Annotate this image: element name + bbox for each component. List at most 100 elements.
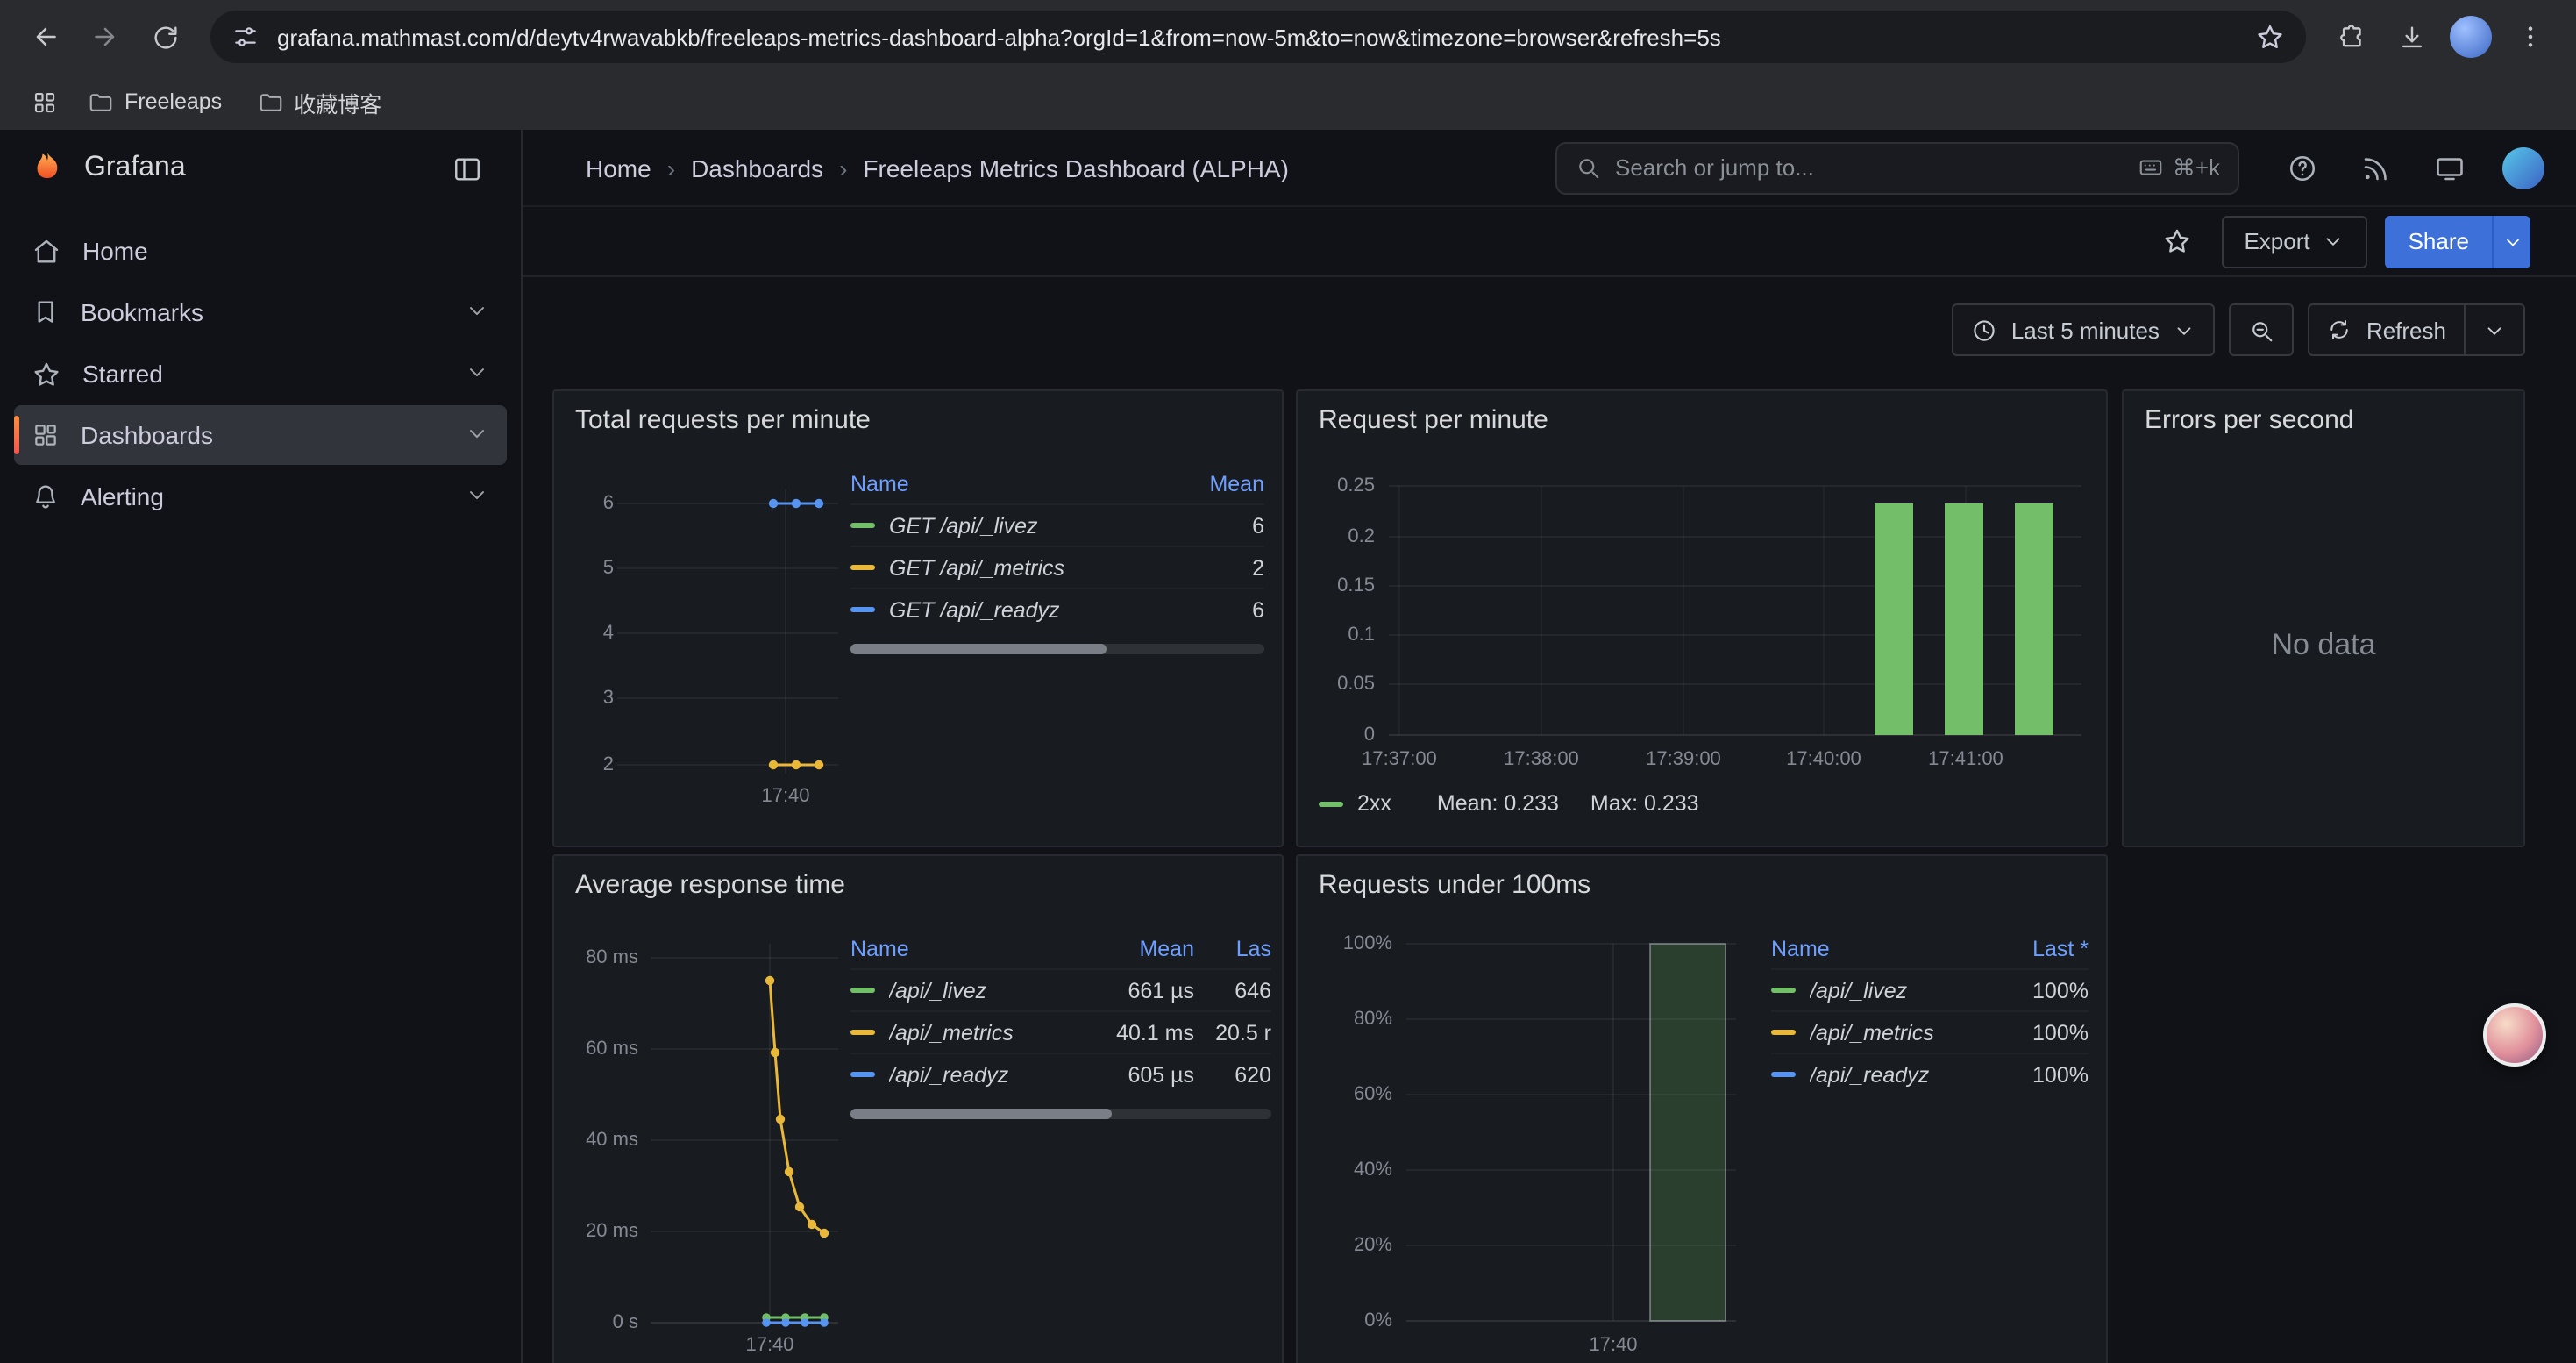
bookmarks-bar: Freeleaps 收藏博客 (0, 74, 2576, 130)
back-button[interactable] (18, 9, 74, 65)
clock-icon (1971, 317, 1997, 343)
time-controls: Last 5 minutes Refresh (1952, 303, 2525, 356)
chevron-down-icon[interactable] (465, 482, 489, 511)
legend-row: GET /api/_readyz6 (850, 588, 1264, 630)
breadcrumb-dashboards[interactable]: Dashboards (691, 153, 823, 182)
breadcrumb-current: Freeleaps Metrics Dashboard (ALPHA) (863, 153, 1289, 182)
extensions-icon[interactable] (2323, 9, 2380, 65)
top-icons (2278, 143, 2548, 192)
legend-scrollbar[interactable] (850, 644, 1264, 654)
series-swatch (850, 565, 875, 570)
site-settings-icon[interactable] (231, 23, 260, 51)
browser-menu-icon[interactable] (2502, 9, 2558, 65)
apps-grid-icon[interactable] (21, 79, 67, 125)
help-icon[interactable] (2278, 143, 2327, 192)
user-avatar[interactable] (2499, 143, 2548, 192)
panel-total-requests: Total requests per minute 6 5 4 3 2 17:4… (552, 389, 1284, 847)
panel-legend: NameMeanLas /api/_livez661 µs646 /api/_m… (850, 930, 1271, 1119)
legend-series[interactable]: /api/_metrics (1810, 1020, 1994, 1045)
refresh-button[interactable]: Refresh (2310, 305, 2464, 354)
main-area: Home › Dashboards › Freeleaps Metrics Da… (523, 130, 2576, 1363)
breadcrumb-separator-icon: › (839, 153, 847, 182)
floating-assistant-avatar[interactable] (2483, 1003, 2546, 1067)
legend-row: /api/_readyz605 µs620 (850, 1053, 1271, 1095)
scrollbar-thumb[interactable] (850, 644, 1107, 654)
panel-request-per-minute: Request per minute 0.25 0.2 0.15 0.1 0.0… (1296, 389, 2108, 847)
zoom-out-icon (2249, 317, 2275, 343)
legend-row: GET /api/_metrics2 (850, 546, 1264, 588)
chevron-down-icon[interactable] (465, 420, 489, 450)
search-input[interactable]: Search or jump to... ⌘+k (1555, 141, 2239, 194)
legend-series[interactable]: GET /api/_metrics (889, 555, 1166, 580)
legend-series[interactable]: /api/_metrics (889, 1020, 1082, 1045)
browser-chrome: grafana.mathmast.com/d/deytv4rwavabkb/fr… (0, 0, 2576, 130)
breadcrumb-home[interactable]: Home (586, 153, 651, 182)
legend-row: /api/_livez100% (1771, 968, 2089, 1010)
bookmark-label: 收藏博客 (294, 85, 381, 118)
sidebar-item-alerting[interactable]: Alerting (14, 467, 507, 526)
sidebar-item-home[interactable]: Home (14, 221, 507, 281)
export-button[interactable]: Export (2221, 215, 2367, 268)
panel-avg-response-time: Average response time 80 ms 60 ms 40 ms … (552, 854, 1284, 1363)
sidebar-collapse-icon[interactable] (440, 142, 493, 195)
series-swatch (1771, 1030, 1796, 1035)
tv-mode-icon[interactable] (2425, 143, 2474, 192)
forward-button[interactable] (77, 9, 133, 65)
series-swatch (850, 523, 875, 528)
news-icon[interactable] (2352, 143, 2401, 192)
legend-series[interactable]: GET /api/_livez (889, 513, 1166, 538)
panel-errors-per-second: Errors per second No data (2122, 389, 2525, 847)
legend-row: GET /api/_livez6 (850, 503, 1264, 546)
sidebar-item-bookmarks[interactable]: Bookmarks (14, 282, 507, 342)
legend-series[interactable]: /api/_livez (1810, 978, 1994, 1003)
series-swatch (850, 988, 875, 993)
legend-series[interactable]: 2xx (1357, 791, 1391, 816)
downloads-icon[interactable] (2383, 9, 2439, 65)
grafana-logo (28, 149, 67, 188)
screen: grafana.mathmast.com/d/deytv4rwavabkb/fr… (0, 0, 2576, 1363)
search-placeholder: Search or jump to... (1615, 154, 2124, 181)
url-bar[interactable]: grafana.mathmast.com/d/deytv4rwavabkb/fr… (210, 11, 2306, 63)
chevron-down-icon (2174, 318, 2196, 341)
top-nav: Home › Dashboards › Freeleaps Metrics Da… (523, 130, 2576, 207)
refresh-button-group: Refresh (2309, 303, 2525, 356)
legend-series[interactable]: GET /api/_readyz (889, 597, 1166, 622)
series-swatch (1319, 801, 1343, 806)
favorite-star-icon[interactable] (2151, 215, 2203, 268)
legend-series[interactable]: /api/_livez (889, 978, 1082, 1003)
zoom-out-button[interactable] (2230, 303, 2295, 356)
legend-series[interactable]: /api/_readyz (889, 1062, 1082, 1087)
legend-row: /api/_metrics40.1 ms20.5 r (850, 1010, 1271, 1053)
series-swatch (1771, 988, 1796, 993)
share-button[interactable]: Share (2386, 215, 2492, 268)
sidebar-item-starred[interactable]: Starred (14, 344, 507, 403)
profile-avatar[interactable] (2443, 9, 2499, 65)
chart[interactable] (1298, 391, 2108, 847)
bookmark-item[interactable]: Freeleaps (74, 82, 236, 122)
scrollbar-thumb[interactable] (850, 1109, 1112, 1119)
panel-title[interactable]: Errors per second (2145, 405, 2353, 435)
reload-button[interactable] (137, 9, 193, 65)
grafana-app: Grafana Home Bookmarks Starred (0, 130, 2576, 1363)
refresh-icon (2328, 318, 2352, 342)
share-menu-chevron-icon[interactable] (2492, 215, 2530, 268)
dashboards-icon (32, 421, 60, 449)
sidebar-header: Grafana (0, 130, 521, 207)
refresh-interval-chevron-icon[interactable] (2464, 305, 2523, 354)
bookmark-star-icon[interactable] (2255, 22, 2285, 52)
chevron-down-icon[interactable] (465, 297, 489, 327)
panel-legend: 2xx Mean: 0.233 Max: 0.233 (1319, 791, 1699, 816)
bookmark-item[interactable]: 收藏博客 (243, 78, 395, 125)
legend-series[interactable]: /api/_readyz (1810, 1062, 1994, 1087)
legend-scrollbar[interactable] (850, 1109, 1271, 1119)
no-data-message: No data (2124, 628, 2523, 663)
panel-legend: NameMean GET /api/_livez6 GET /api/_metr… (850, 465, 1264, 654)
time-range-picker[interactable]: Last 5 minutes (1952, 303, 2216, 356)
legend-row: /api/_livez661 µs646 (850, 968, 1271, 1010)
url-text: grafana.mathmast.com/d/deytv4rwavabkb/fr… (277, 24, 2238, 50)
share-button-group: Share (2386, 215, 2530, 268)
dashboard-actions: Export Share (523, 207, 2576, 277)
keyboard-icon (2138, 154, 2164, 181)
chevron-down-icon[interactable] (465, 359, 489, 389)
sidebar-item-dashboards[interactable]: Dashboards (14, 405, 507, 465)
